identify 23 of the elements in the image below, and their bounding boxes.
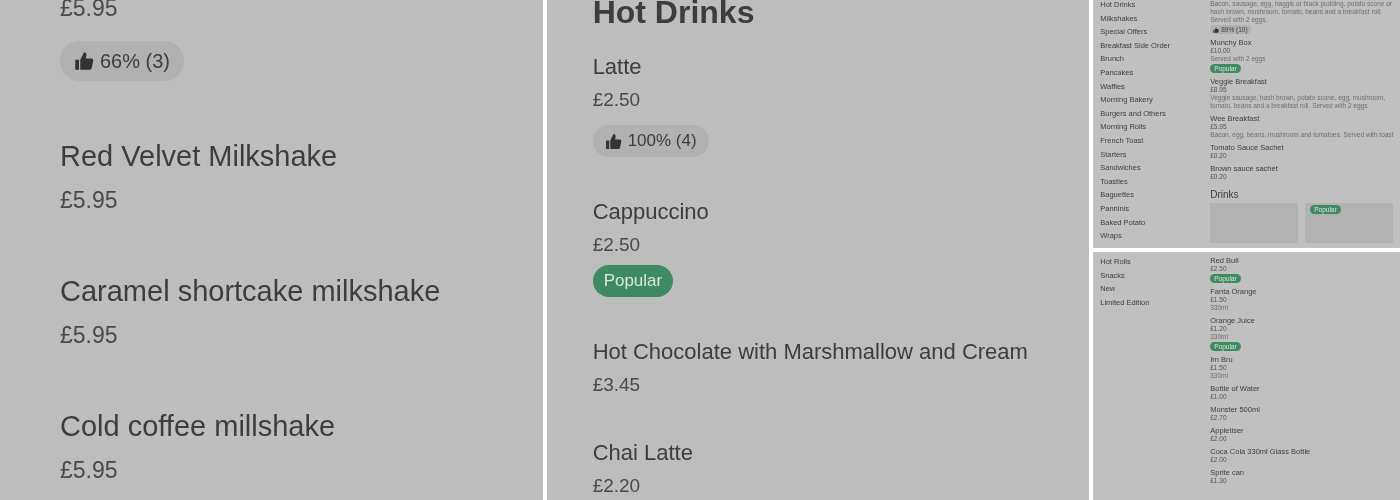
item-name[interactable]: Caramel shortcake milkshake [60,273,441,309]
rating-text: 100% (4) [627,130,697,153]
item-name[interactable]: Chai Latte [592,438,693,468]
thumbs-up-icon [74,51,94,71]
section-heading: Drinks [1210,188,1239,201]
popular-badge: Popular [592,265,674,297]
thumbs-up-icon [604,132,622,150]
item-name[interactable]: Red Velvet Milkshake [60,138,338,174]
item-price: £5.95 [60,0,118,23]
item-price: £3.45 [592,373,641,397]
item-price: £5.95 [60,186,118,215]
thumbs-up-icon [1213,26,1220,33]
item-price: £5.95 [60,456,118,485]
item-name[interactable]: Latte [592,52,642,82]
section-heading: Hot Drinks [592,0,755,32]
item-name[interactable]: Cappuccino [592,197,709,227]
item-price: £2.20 [592,474,641,498]
item-name[interactable]: Cold coffee millshake [60,408,336,444]
item-price: £2.50 [592,233,641,257]
rating-text: 66% (3) [100,49,171,74]
item-price: £5.95 [60,321,118,350]
item-name[interactable]: Hot Chocolate with Marshmallow and Cream [592,337,1028,367]
item-price: £2.50 [592,88,641,112]
